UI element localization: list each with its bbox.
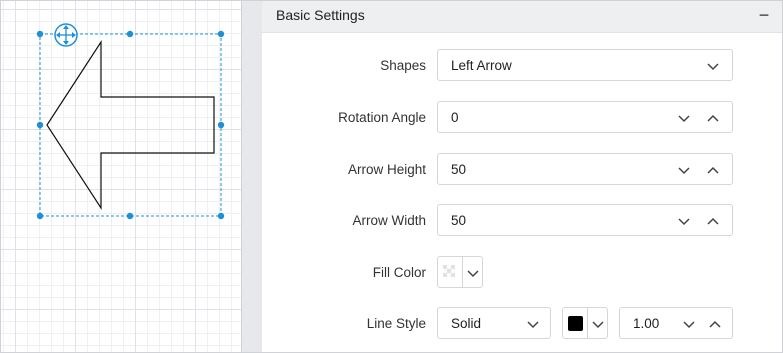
spin-up-icon[interactable] (706, 111, 720, 125)
spin-down-icon[interactable] (682, 317, 696, 331)
shapes-row: Shapes Left Arrow (262, 49, 782, 83)
arrow-height-input[interactable]: 50 (437, 153, 733, 185)
fill-color-label: Fill Color (372, 265, 426, 280)
line-color-swatch (568, 316, 583, 331)
line-style-row: Line Style Solid 1.00 (262, 307, 782, 341)
chevron-down-icon (706, 59, 720, 73)
panel-splitter[interactable] (241, 1, 262, 352)
shapes-dropdown[interactable]: Left Arrow (437, 49, 733, 81)
resize-handle-top-left[interactable] (36, 30, 44, 38)
line-color-picker[interactable] (562, 307, 608, 339)
chevron-down-icon (526, 317, 540, 331)
resize-handle-top-right[interactable] (217, 30, 225, 38)
chevron-down-icon (466, 266, 480, 280)
left-arrow-shape[interactable] (46, 39, 215, 211)
arrow-width-label: Arrow Width (352, 213, 426, 228)
spin-down-icon[interactable] (677, 111, 691, 125)
shapes-value: Left Arrow (451, 58, 512, 73)
spin-up-icon[interactable] (706, 214, 720, 228)
line-thickness-input[interactable]: 1.00 (619, 307, 733, 339)
selection-box (39, 33, 222, 217)
rotation-angle-value: 0 (451, 110, 459, 125)
line-style-label: Line Style (366, 316, 426, 331)
resize-handle-bottom-right[interactable] (217, 212, 225, 220)
move-icon[interactable] (54, 23, 78, 47)
arrow-width-value: 50 (451, 213, 467, 228)
section-header[interactable]: Basic Settings − (262, 1, 782, 33)
fill-color-picker[interactable] (437, 256, 483, 288)
resize-handle-top[interactable] (126, 30, 134, 38)
rotation-angle-row: Rotation Angle 0 (262, 101, 782, 135)
transparent-swatch-icon (443, 265, 455, 277)
spin-up-icon[interactable] (706, 163, 720, 177)
spin-down-icon[interactable] (677, 214, 691, 228)
line-style-dropdown[interactable]: Solid (437, 307, 551, 339)
arrow-width-input[interactable]: 50 (437, 204, 733, 236)
shapes-label: Shapes (380, 58, 426, 73)
spin-up-icon[interactable] (708, 317, 722, 331)
resize-handle-bottom-left[interactable] (36, 212, 44, 220)
canvas-drawing (36, 23, 225, 220)
properties-panel: Basic Settings − Shapes Left Arrow Rotat… (262, 1, 782, 352)
resize-handle-bottom[interactable] (126, 212, 134, 220)
arrow-height-row: Arrow Height 50 (262, 153, 782, 187)
arrow-height-value: 50 (451, 162, 467, 177)
arrow-width-row: Arrow Width 50 (262, 204, 782, 238)
spin-down-icon[interactable] (677, 163, 691, 177)
rotation-angle-label: Rotation Angle (338, 110, 426, 125)
fill-color-row: Fill Color (262, 256, 782, 290)
collapse-button[interactable]: − (754, 4, 774, 26)
arrow-height-label: Arrow Height (347, 162, 426, 177)
rotation-angle-input[interactable]: 0 (437, 101, 733, 133)
diagram-canvas[interactable] (1, 1, 241, 352)
chevron-down-icon (591, 317, 605, 331)
line-thickness-value: 1.00 (633, 316, 660, 331)
resize-handle-right[interactable] (217, 121, 225, 129)
line-style-value: Solid (451, 316, 482, 331)
resize-handle-left[interactable] (36, 121, 44, 129)
section-title: Basic Settings (276, 7, 365, 23)
